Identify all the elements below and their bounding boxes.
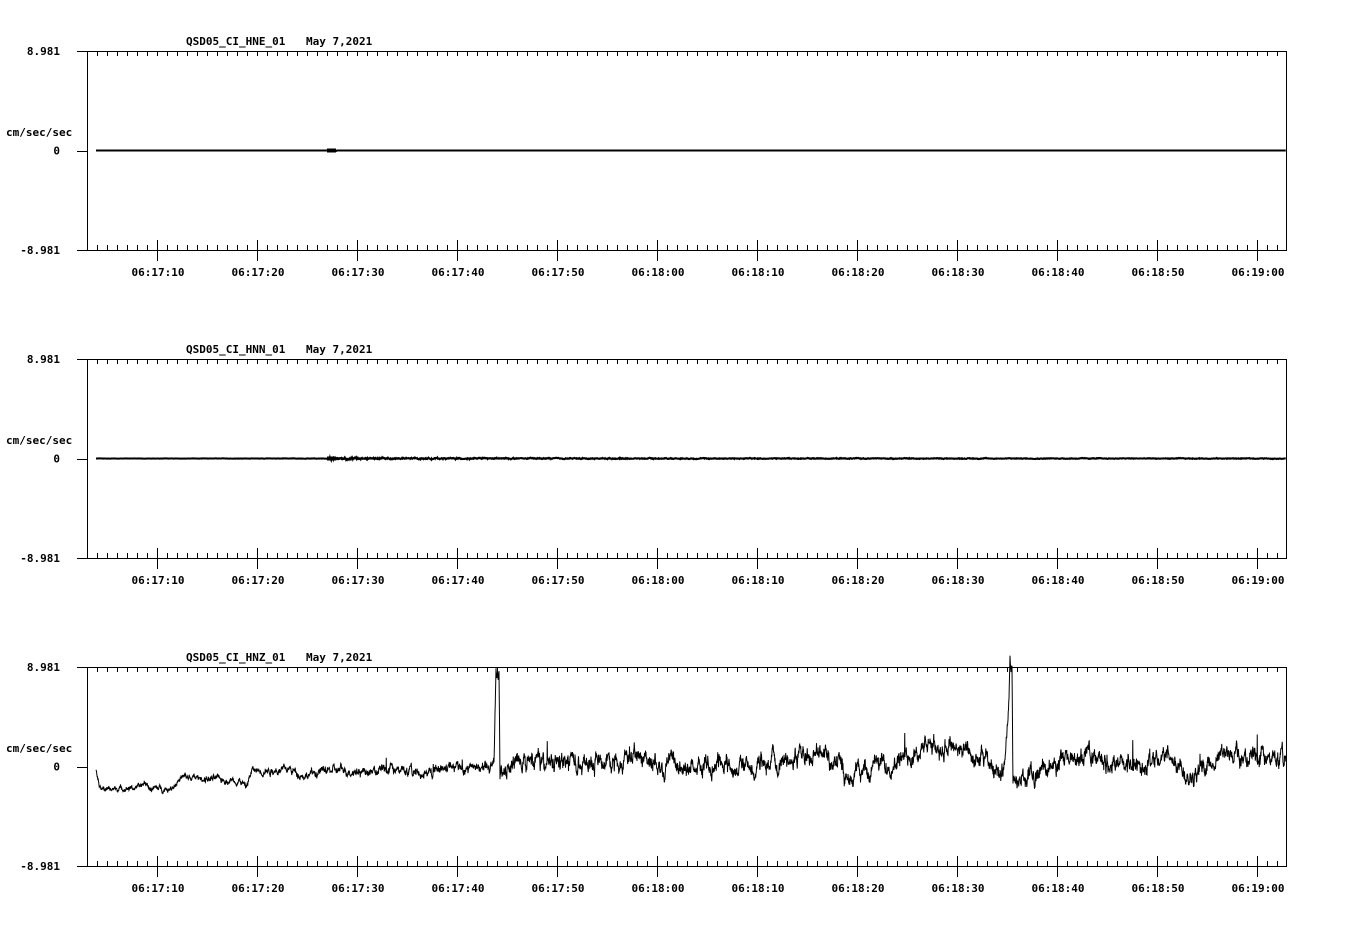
ytick-label-zero: 0 [53, 145, 60, 158]
xtick-label: 06:17:10 [132, 266, 185, 279]
xtick-label: 06:17:40 [432, 574, 485, 587]
trace-burst-mark [327, 456, 336, 461]
xtick-label: 06:18:10 [732, 574, 785, 587]
xtick-label: 06:17:30 [332, 574, 385, 587]
panel-qsd05_ci_hne_01: QSD05_CI_HNE_01 May 7,2021 8.981 0 -8.981 cm/… [6, 35, 1287, 279]
trace-burst-mark [327, 148, 336, 153]
xtick-label: 06:18:20 [832, 574, 885, 587]
ytick-label-min: -8.981 [20, 860, 60, 873]
xtick-label: 06:17:20 [232, 574, 285, 587]
xtick-label: 06:17:30 [332, 882, 385, 895]
xtick-label: 06:17:50 [532, 266, 585, 279]
xtick-label: 06:18:00 [632, 266, 685, 279]
y-axis-label: cm/sec/sec [6, 434, 72, 447]
xtick-label: 06:18:30 [932, 882, 985, 895]
waveform-trace [95, 655, 1287, 795]
xtick-label: 06:19:00 [1232, 882, 1285, 895]
xtick-label: 06:18:30 [932, 266, 985, 279]
xtick-label: 06:17:40 [432, 882, 485, 895]
xtick-label: 06:18:30 [932, 574, 985, 587]
xtick-label: 06:18:10 [732, 266, 785, 279]
chart-date: May 7,2021 [306, 651, 373, 664]
ytick-label-zero: 0 [53, 453, 60, 466]
xtick-label: 06:17:20 [232, 266, 285, 279]
xtick-label: 06:18:40 [1032, 266, 1085, 279]
ytick-label-max: 8.981 [27, 353, 60, 366]
chart-date: May 7,2021 [306, 343, 373, 356]
xtick-label: 06:18:00 [632, 574, 685, 587]
xtick-label: 06:18:10 [732, 882, 785, 895]
xtick-label: 06:17:20 [232, 882, 285, 895]
xtick-label: 06:18:50 [1132, 882, 1185, 895]
xtick-label: 06:17:50 [532, 882, 585, 895]
xtick-label: 06:19:00 [1232, 266, 1285, 279]
xtick-label: 06:17:30 [332, 266, 385, 279]
xtick-label: 06:18:40 [1032, 574, 1085, 587]
xtick-label: 06:18:20 [832, 266, 885, 279]
xtick-label: 06:18:20 [832, 882, 885, 895]
xtick-label: 06:17:40 [432, 266, 485, 279]
chart-title: QSD05_CI_HNZ_01 [186, 651, 286, 664]
ytick-label-max: 8.981 [27, 661, 60, 674]
waveform-trace [96, 148, 1286, 153]
y-axis-label: cm/sec/sec [6, 742, 72, 755]
seismogram-figure: QSD05_CI_HNE_01 May 7,2021 8.981 0 -8.981 cm/… [6, 35, 1287, 895]
xtick-label: 06:18:50 [1132, 574, 1185, 587]
ytick-label-max: 8.981 [27, 45, 60, 58]
ytick-label-zero: 0 [53, 761, 60, 774]
xtick-label: 06:19:00 [1232, 574, 1285, 587]
waveform-trace [95, 453, 1286, 464]
ytick-label-min: -8.981 [20, 244, 60, 257]
chart-title: QSD05_CI_HNE_01 [186, 35, 286, 48]
ytick-label-min: -8.981 [20, 552, 60, 565]
xtick-label: 06:17:10 [132, 882, 185, 895]
chart-title: QSD05_CI_HNN_01 [186, 343, 286, 356]
xtick-label: 06:18:40 [1032, 882, 1085, 895]
panel-qsd05_ci_hnz_01: QSD05_CI_HNZ_01 May 7,2021 8.981 0 -8.981 cm/… [6, 651, 1287, 895]
xtick-label: 06:18:00 [632, 882, 685, 895]
xtick-label: 06:17:50 [532, 574, 585, 587]
xtick-label: 06:18:50 [1132, 266, 1185, 279]
panel-qsd05_ci_hnn_01: QSD05_CI_HNN_01 May 7,2021 8.981 0 -8.981 cm/… [6, 343, 1287, 587]
xtick-label: 06:17:10 [132, 574, 185, 587]
chart-date: May 7,2021 [306, 35, 373, 48]
y-axis-label: cm/sec/sec [6, 126, 72, 139]
